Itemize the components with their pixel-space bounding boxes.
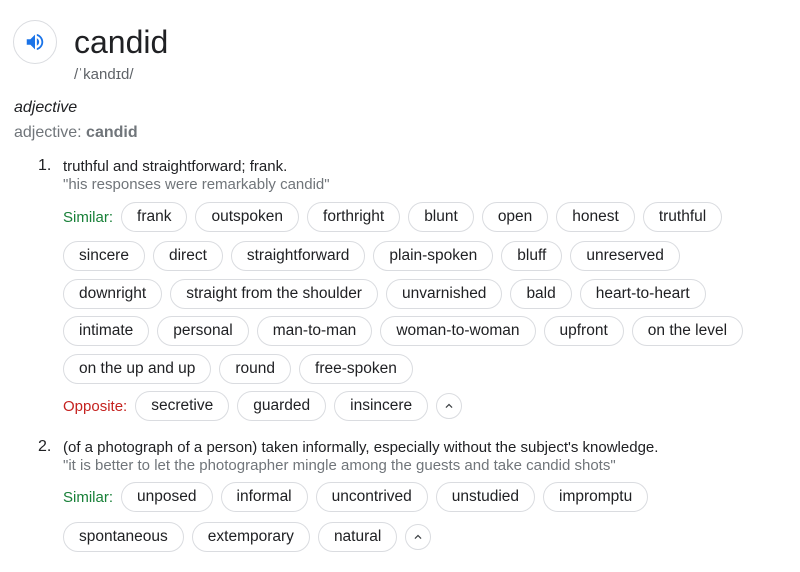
pos-word: candid (86, 124, 138, 141)
synonym-chip[interactable]: straightforward (230, 241, 366, 271)
synonym-chip[interactable]: on the up and up (63, 354, 212, 384)
synonym-chip[interactable]: natural (317, 522, 398, 552)
opposite-label: Opposite: (63, 397, 128, 415)
synonym-chip[interactable]: unreserved (570, 241, 680, 271)
synonym-chip[interactable]: round (219, 354, 292, 384)
synonym-chip[interactable]: upfront (543, 316, 624, 346)
sense-number: 1. (38, 157, 52, 174)
synonym-row: intimate personal man-to-man woman-to-wo… (63, 316, 751, 346)
synonym-chip[interactable]: forthright (307, 202, 401, 232)
synonym-chip[interactable]: outspoken (195, 202, 300, 232)
synonym-chip[interactable]: plain-spoken (373, 241, 494, 271)
synonym-chip[interactable]: on the level (631, 316, 744, 346)
synonym-chip[interactable]: honest (556, 202, 635, 232)
synonym-chip[interactable]: intimate (63, 316, 150, 346)
antonym-chip[interactable]: secretive (135, 391, 230, 421)
synonym-chip[interactable]: open (481, 202, 549, 232)
synonym-chip[interactable]: blunt (408, 202, 474, 232)
collapse-button[interactable] (405, 524, 432, 550)
synonym-chip[interactable]: frank (121, 202, 188, 232)
collapse-button[interactable] (436, 393, 463, 419)
chevron-up-icon (414, 534, 422, 539)
synonym-chip[interactable]: impromptu (543, 482, 649, 512)
synonym-row: sincere direct straightforward plain-spo… (63, 241, 688, 271)
synonym-chip[interactable]: personal (157, 316, 249, 346)
synonym-chip[interactable]: extemporary (191, 522, 310, 552)
sense-number: 2. (38, 438, 52, 455)
synonym-chip[interactable]: straight from the shoulder (170, 279, 378, 309)
synonym-chip[interactable]: bluff (501, 241, 563, 271)
synonym-row: downright straight from the shoulder unv… (63, 279, 714, 309)
volume-icon (26, 33, 44, 51)
antonym-chip[interactable]: insincere (334, 391, 429, 421)
synonym-chip[interactable]: woman-to-woman (380, 316, 536, 346)
headword: candid (74, 24, 169, 60)
synonym-chip[interactable]: spontaneous (63, 522, 184, 552)
synonym-chip[interactable]: unposed (121, 482, 213, 512)
synonym-chip[interactable]: bald (510, 279, 572, 309)
synonym-chip[interactable]: sincere (63, 241, 145, 271)
synonym-chip[interactable]: informal (220, 482, 308, 512)
opposite-row: Opposite: secretive guarded insincere (63, 391, 463, 421)
definition: (of a photograph of a person) taken info… (63, 439, 659, 456)
chevron-up-icon (445, 403, 453, 408)
synonym-chip[interactable]: direct (152, 241, 223, 271)
synonym-chip[interactable]: unstudied (435, 482, 536, 512)
synonym-chip[interactable]: truthful (642, 202, 723, 232)
synonym-row: on the up and up round free-spoken (63, 354, 421, 384)
part-of-speech: adjective (14, 99, 78, 116)
example: "his responses were remarkably candid" (63, 176, 330, 193)
synonym-chip[interactable]: free-spoken (299, 354, 413, 384)
synonym-chip[interactable]: uncontrived (315, 482, 428, 512)
synonym-chip[interactable]: heart-to-heart (579, 279, 706, 309)
similar-label: Similar: (63, 208, 114, 226)
pos-line: adjective: candid (14, 124, 138, 142)
similar-row: Similar: unposed informal uncontrived un… (63, 482, 656, 512)
phonetic: /ˈkandɪd/ (74, 66, 134, 83)
example: "it is better to let the photographer mi… (63, 457, 616, 474)
similar-row: Similar: frank outspoken forthright blun… (63, 202, 730, 232)
antonym-chip[interactable]: guarded (237, 391, 327, 421)
synonym-chip[interactable]: man-to-man (256, 316, 373, 346)
synonym-chip[interactable]: downright (63, 279, 163, 309)
similar-label: Similar: (63, 488, 114, 506)
pos-prefix: adjective: (14, 124, 87, 141)
definition: truthful and straightforward; frank. (63, 158, 288, 175)
synonym-chip[interactable]: unvarnished (385, 279, 503, 309)
synonym-row: spontaneous extemporary natural (63, 522, 432, 552)
pronunciation-button[interactable] (13, 20, 57, 64)
